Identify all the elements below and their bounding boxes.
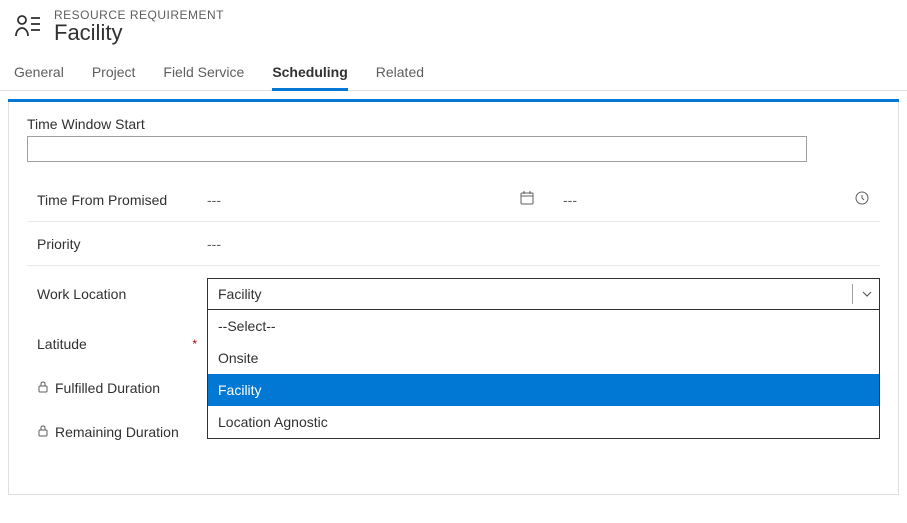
person-list-icon: [14, 12, 42, 40]
field-work-location: Work Location Facility --Select-- Onsite…: [27, 266, 880, 322]
tab-list: General Project Field Service Scheduling…: [0, 46, 907, 91]
tab-related[interactable]: Related: [376, 64, 424, 90]
field-time-from-promised: Time From Promised --- ---: [27, 178, 880, 222]
dropdown-option-facility[interactable]: Facility: [208, 374, 879, 406]
dropdown-option-location-agnostic[interactable]: Location Agnostic: [208, 406, 879, 438]
work-location-select[interactable]: Facility: [207, 278, 880, 310]
tab-field-service[interactable]: Field Service: [163, 64, 244, 90]
priority-value[interactable]: ---: [207, 236, 221, 252]
time-from-promised-date[interactable]: ---: [207, 192, 221, 208]
remaining-duration-label: Remaining Duration: [27, 424, 207, 440]
time-from-promised-time[interactable]: ---: [563, 192, 577, 208]
calendar-icon[interactable]: [519, 190, 535, 209]
dropdown-option-onsite[interactable]: Onsite: [208, 342, 879, 374]
lock-icon: [37, 380, 49, 396]
dropdown-option-select[interactable]: --Select--: [208, 310, 879, 342]
tab-scheduling[interactable]: Scheduling: [272, 64, 347, 90]
time-from-promised-label: Time From Promised: [27, 192, 207, 208]
tab-general[interactable]: General: [14, 64, 64, 90]
page-header: RESOURCE REQUIREMENT Facility: [0, 0, 907, 46]
tab-project[interactable]: Project: [92, 64, 136, 90]
lock-icon: [37, 424, 49, 440]
latitude-label: Latitude *: [27, 336, 207, 352]
chevron-down-icon: [852, 284, 873, 304]
clock-icon[interactable]: [854, 190, 870, 209]
page-title: Facility: [54, 20, 224, 46]
required-marker: *: [192, 337, 197, 351]
time-window-start-label: Time Window Start: [27, 116, 880, 132]
time-window-start-input[interactable]: [27, 136, 807, 162]
field-priority: Priority ---: [27, 222, 880, 266]
form-panel: Time Window Start Time From Promised ---…: [8, 102, 899, 495]
fulfilled-duration-label: Fulfilled Duration: [27, 380, 207, 396]
work-location-selected: Facility: [218, 286, 262, 302]
priority-label: Priority: [27, 236, 207, 252]
work-location-label: Work Location: [27, 286, 207, 302]
work-location-dropdown: --Select-- Onsite Facility Location Agno…: [207, 310, 880, 439]
